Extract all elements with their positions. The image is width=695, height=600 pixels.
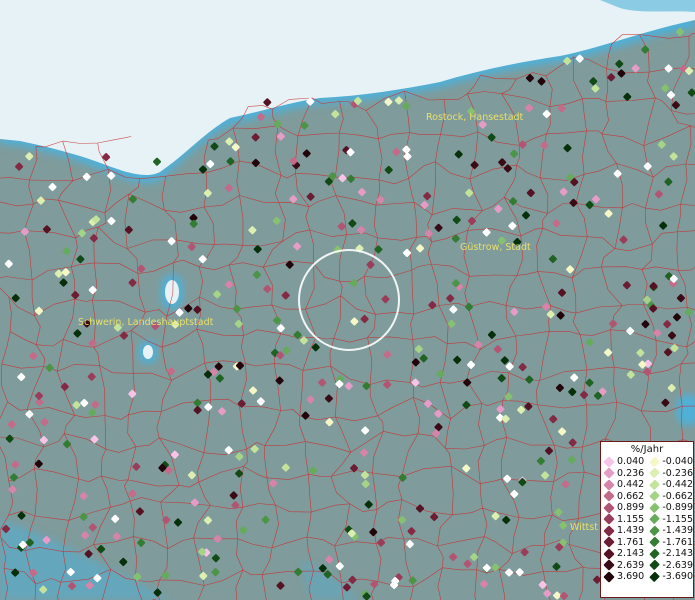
legend-row: 2.143 -2.143	[601, 548, 693, 560]
legend-entry-positive: 0.040	[601, 456, 647, 468]
legend-value: -0.236	[662, 467, 693, 479]
legend-swatch	[603, 525, 615, 537]
legend-value: -1.439	[662, 525, 693, 536]
legend-value: 3.690	[617, 571, 645, 582]
wittstock-label: Wittst	[570, 522, 598, 533]
legend-row: 0.236 -0.236	[601, 468, 693, 480]
legend-value: -3.690	[662, 571, 693, 582]
guestrow-label: Güstrow, Stadt	[460, 242, 531, 253]
legend-entry-negative: -0.236	[647, 468, 693, 480]
legend-row: 0.040 -0.040	[601, 456, 693, 468]
legend-entry-positive: 0.236	[601, 468, 647, 480]
legend-row: 0.899 -0.899	[601, 502, 693, 514]
legend-value: 1.155	[617, 513, 645, 525]
schwerin-label: Schwerin, Landeshauptstadt	[78, 317, 214, 328]
legend-rows: 0.040 -0.040 0.236 -0.236 0.442 -0.442 0.662 -0…	[601, 456, 693, 583]
map-canvas[interactable]: Rostock, Hansestadt Güstrow, Stadt Schwe…	[0, 0, 695, 600]
legend-row: 2.639 -2.639	[601, 560, 693, 572]
legend-swatch	[603, 559, 615, 571]
legend-swatch	[603, 548, 615, 560]
legend-entry-negative: -0.899	[647, 502, 693, 514]
legend-swatch	[649, 479, 661, 491]
legend-swatch	[649, 467, 661, 479]
legend-entry-positive: 2.143	[601, 548, 647, 560]
legend-row: 0.442 -0.442	[601, 479, 693, 491]
legend-row: 3.690 -3.690	[601, 571, 693, 583]
legend-entry-positive: 0.442	[601, 479, 647, 491]
legend-entry-positive: 0.662	[601, 491, 647, 503]
legend-swatch	[603, 502, 615, 514]
legend-swatch	[649, 456, 661, 468]
legend-entry-positive: 1.439	[601, 525, 647, 537]
legend-swatch	[649, 502, 661, 514]
legend-value: 0.899	[617, 502, 645, 513]
legend-value: -0.662	[662, 490, 693, 502]
legend-value: 1.439	[617, 525, 645, 536]
legend-value: 0.236	[617, 467, 645, 479]
legend-swatch	[603, 490, 615, 502]
legend-swatch	[649, 525, 661, 537]
legend-swatch	[603, 513, 615, 525]
legend-row: 1.761 -1.761	[601, 537, 693, 549]
legend-title: %/Jahr	[630, 444, 664, 455]
legend-value: -1.155	[662, 513, 693, 525]
legend-swatch	[649, 490, 661, 502]
legend-entry-negative: -1.761	[647, 537, 693, 549]
legend-entry-positive: 3.690	[601, 571, 647, 583]
legend-entry-negative: -2.143	[647, 548, 693, 560]
legend-entry-negative: -0.040	[647, 456, 693, 468]
legend-row: 1.439 -1.439	[601, 525, 693, 537]
legend-entry-negative: -1.439	[647, 525, 693, 537]
legend-value: -2.639	[662, 559, 693, 571]
legend-swatch	[649, 536, 661, 548]
legend-swatch	[649, 513, 661, 525]
legend-swatch	[649, 571, 661, 583]
rostock-label: Rostock, Hansestadt	[426, 112, 524, 123]
legend-swatch	[603, 456, 615, 468]
legend: %/Jahr 0.040 -0.040 0.236 -0.236 0.442 -0.442…	[600, 441, 694, 598]
legend-swatch	[603, 467, 615, 479]
legend-swatch	[649, 559, 661, 571]
legend-entry-positive: 2.639	[601, 560, 647, 572]
legend-value: 0.442	[617, 479, 645, 490]
legend-value: -0.442	[662, 479, 693, 490]
legend-entry-negative: -0.662	[647, 491, 693, 503]
legend-value: -0.040	[662, 456, 693, 467]
legend-entry-positive: 0.899	[601, 502, 647, 514]
legend-entry-positive: 1.761	[601, 537, 647, 549]
legend-value: -1.761	[662, 536, 693, 548]
legend-value: -2.143	[662, 548, 693, 559]
legend-value: 2.143	[617, 548, 645, 559]
legend-value: 2.639	[617, 559, 645, 571]
legend-swatch	[603, 536, 615, 548]
legend-swatch	[603, 479, 615, 491]
legend-entry-negative: -3.690	[647, 571, 693, 583]
legend-entry-positive: 1.155	[601, 514, 647, 526]
legend-swatch	[603, 571, 615, 583]
legend-value: 1.761	[617, 536, 645, 548]
legend-entry-negative: -0.442	[647, 479, 693, 491]
legend-row: 1.155 -1.155	[601, 514, 693, 526]
legend-row: 0.662 -0.662	[601, 491, 693, 503]
legend-value: -0.899	[662, 502, 693, 513]
legend-entry-negative: -2.639	[647, 560, 693, 572]
legend-value: 0.040	[617, 456, 645, 467]
legend-value: 0.662	[617, 490, 645, 502]
legend-swatch	[649, 548, 661, 560]
legend-entry-negative: -1.155	[647, 514, 693, 526]
